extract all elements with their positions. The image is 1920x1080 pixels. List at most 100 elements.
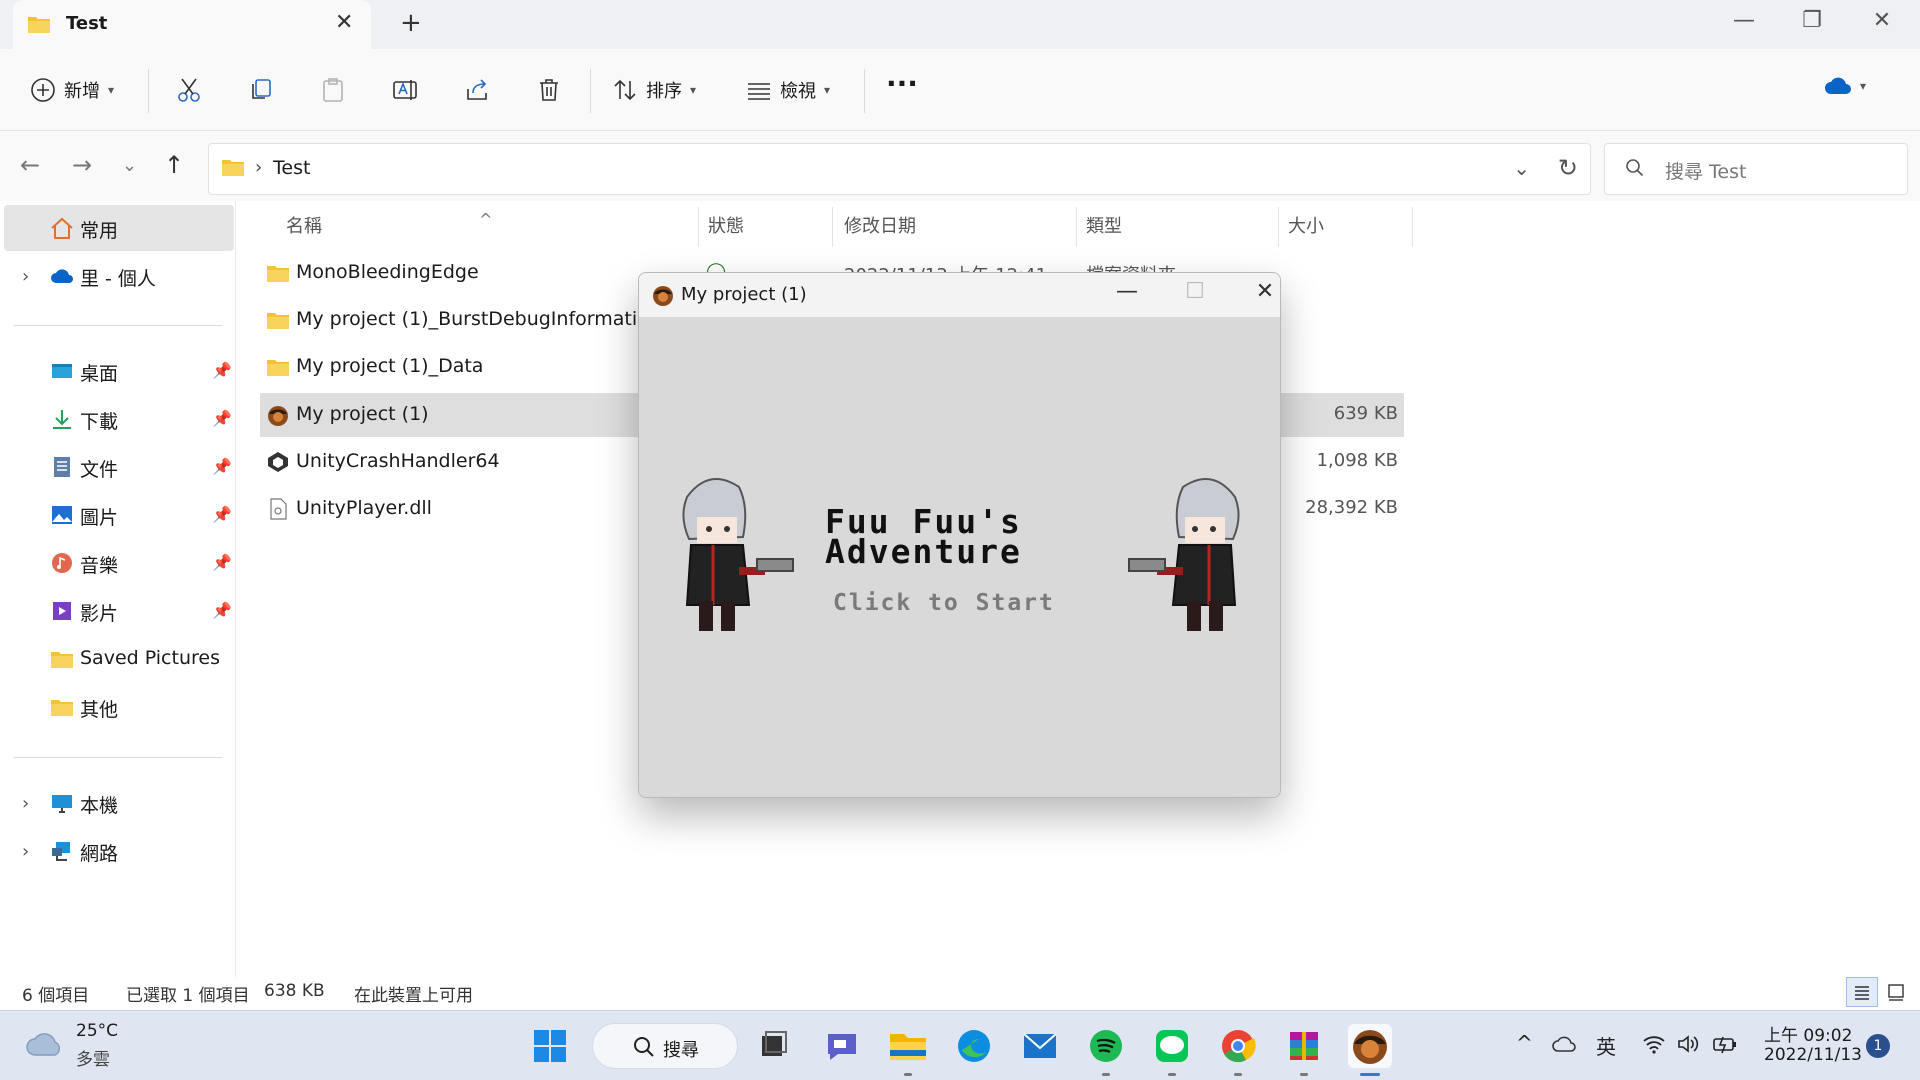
file-size: 28,392 KB bbox=[1305, 497, 1398, 518]
taskbar-app-spotify[interactable] bbox=[1084, 1024, 1128, 1076]
pin-icon[interactable]: 📌 bbox=[212, 361, 232, 380]
search-input[interactable]: 搜尋 Test bbox=[1604, 143, 1908, 195]
up-arrow-icon[interactable]: ↑ bbox=[164, 151, 184, 179]
column-header-type[interactable]: 類型 bbox=[1086, 212, 1122, 238]
notification-badge[interactable]: 1 bbox=[1866, 1034, 1890, 1058]
sidebar-item-videos[interactable]: 影片 📌 bbox=[4, 588, 234, 634]
column-header-status[interactable]: 狀態 bbox=[708, 212, 744, 238]
start-button[interactable] bbox=[528, 1024, 572, 1068]
taskbar-app-my-project[interactable] bbox=[1348, 1024, 1392, 1076]
column-divider[interactable] bbox=[1278, 207, 1279, 247]
taskbar-app-file-explorer[interactable] bbox=[886, 1024, 930, 1076]
sort-arrows-icon bbox=[614, 79, 636, 101]
new-button[interactable]: 新增 ▾ bbox=[30, 77, 114, 103]
taskbar-app-chat[interactable] bbox=[820, 1024, 864, 1068]
game-window[interactable]: My project (1) — ☐ ✕ Fuu Fuu's Adventure … bbox=[638, 272, 1281, 798]
forward-arrow-icon[interactable]: → bbox=[72, 151, 92, 179]
sort-button[interactable]: 排序 ▾ bbox=[612, 77, 696, 103]
column-divider[interactable] bbox=[1412, 207, 1413, 247]
chevron-right-icon[interactable]: › bbox=[22, 793, 29, 814]
pin-icon[interactable]: 📌 bbox=[212, 409, 232, 428]
column-divider[interactable] bbox=[832, 207, 833, 247]
running-indicator bbox=[904, 1073, 912, 1076]
wifi-icon[interactable] bbox=[1642, 1033, 1666, 1055]
weather-temperature[interactable]: 25°C bbox=[76, 1021, 118, 1041]
column-divider[interactable] bbox=[1076, 207, 1077, 247]
onedrive-tray-icon[interactable] bbox=[1552, 1035, 1578, 1053]
weather-condition[interactable]: 多雲 bbox=[76, 1045, 110, 1070]
clock-time[interactable]: 上午 09:02 bbox=[1764, 1021, 1852, 1046]
sidebar-item-pictures[interactable]: 圖片 📌 bbox=[4, 492, 234, 538]
cut-icon[interactable] bbox=[176, 77, 202, 103]
tab-test[interactable]: Test ✕ bbox=[13, 0, 371, 49]
column-divider[interactable] bbox=[698, 207, 699, 247]
weather-cloud-icon[interactable] bbox=[26, 1031, 64, 1057]
back-arrow-icon[interactable]: ← bbox=[20, 151, 40, 179]
game-maximize-button[interactable]: ☐ bbox=[1175, 279, 1215, 304]
sidebar-item-home[interactable]: 常用 bbox=[4, 205, 234, 251]
sidebar-item-documents[interactable]: 文件 📌 bbox=[4, 444, 234, 490]
taskbar-app-edge[interactable] bbox=[952, 1024, 996, 1068]
share-icon[interactable] bbox=[464, 77, 490, 103]
paste-icon[interactable] bbox=[320, 77, 346, 103]
taskbar-app-winrar[interactable] bbox=[1282, 1024, 1326, 1076]
address-bar[interactable]: › Test ⌄ ↻ bbox=[208, 143, 1591, 195]
taskbar-search[interactable]: 搜尋 bbox=[592, 1023, 738, 1069]
sidebar-item-desktop[interactable]: 桌面 📌 bbox=[4, 348, 234, 394]
onedrive-button[interactable]: ▾ bbox=[1824, 77, 1866, 95]
file-name: My project (1)_BurstDebugInformation_D bbox=[296, 308, 685, 330]
volume-icon[interactable] bbox=[1676, 1033, 1700, 1055]
chevron-right-icon[interactable]: › bbox=[22, 841, 29, 862]
view-button[interactable]: 檢視 ▾ bbox=[746, 77, 830, 103]
minimize-button[interactable]: — bbox=[1724, 8, 1764, 33]
battery-icon[interactable] bbox=[1712, 1033, 1738, 1055]
sidebar-item-other[interactable]: 其他 bbox=[4, 684, 234, 730]
tab-close-button[interactable]: ✕ bbox=[335, 10, 353, 35]
recent-locations-chevron-icon[interactable]: ⌄ bbox=[122, 155, 137, 176]
sidebar-item-saved-pictures[interactable]: Saved Pictures bbox=[4, 636, 234, 682]
sidebar-item-music[interactable]: 音樂 📌 bbox=[4, 540, 234, 586]
sidebar-item-downloads[interactable]: 下載 📌 bbox=[4, 396, 234, 442]
sidebar-item-network[interactable]: › 網路 bbox=[4, 828, 234, 874]
column-header-size[interactable]: 大小 bbox=[1288, 212, 1324, 238]
game-close-button[interactable]: ✕ bbox=[1245, 279, 1280, 304]
spotify-icon bbox=[1090, 1030, 1122, 1062]
sidebar-item-onedrive[interactable]: › 里 - 個人 bbox=[4, 253, 234, 299]
taskbar-app-line[interactable] bbox=[1150, 1024, 1194, 1076]
restore-button[interactable]: ❐ bbox=[1792, 8, 1832, 33]
game-canvas[interactable]: Fuu Fuu's Adventure Click to Start bbox=[639, 317, 1280, 797]
clock-date[interactable]: 2022/11/13 bbox=[1764, 1045, 1862, 1065]
input-method-indicator[interactable]: 英 bbox=[1596, 1031, 1616, 1060]
click-to-start-prompt[interactable]: Click to Start bbox=[833, 590, 1055, 616]
task-view-button[interactable] bbox=[752, 1024, 796, 1068]
sidebar-item-this-pc[interactable]: › 本機 bbox=[4, 780, 234, 826]
pin-icon[interactable]: 📌 bbox=[212, 553, 232, 572]
tiles-view-button[interactable] bbox=[1880, 977, 1912, 1007]
more-options-button[interactable]: ··· bbox=[886, 67, 918, 100]
active-indicator bbox=[1360, 1073, 1380, 1076]
new-tab-button[interactable]: + bbox=[400, 8, 422, 38]
running-indicator bbox=[1168, 1073, 1176, 1076]
pin-icon[interactable]: 📌 bbox=[212, 601, 232, 620]
game-window-title-bar[interactable]: My project (1) — ☐ ✕ bbox=[639, 273, 1280, 317]
delete-icon[interactable] bbox=[536, 77, 562, 103]
column-header-modified[interactable]: 修改日期 bbox=[844, 212, 916, 238]
pin-icon[interactable]: 📌 bbox=[212, 505, 232, 524]
close-window-button[interactable]: ✕ bbox=[1862, 8, 1902, 33]
chevron-right-icon[interactable]: › bbox=[22, 266, 29, 287]
breadcrumb-test[interactable]: Test bbox=[273, 157, 310, 179]
taskbar-app-chrome[interactable] bbox=[1216, 1024, 1260, 1076]
address-dropdown-icon[interactable]: ⌄ bbox=[1513, 156, 1530, 180]
game-minimize-button[interactable]: — bbox=[1107, 279, 1147, 304]
copy-icon[interactable] bbox=[248, 77, 274, 103]
pin-icon[interactable]: 📌 bbox=[212, 457, 232, 476]
column-header-name[interactable]: 名稱 bbox=[286, 212, 322, 238]
taskbar-app-mail[interactable] bbox=[1018, 1024, 1062, 1068]
game-app-icon bbox=[268, 406, 288, 426]
refresh-icon[interactable]: ↻ bbox=[1558, 154, 1578, 182]
chevron-down-icon: ▾ bbox=[108, 83, 115, 97]
details-view-button[interactable] bbox=[1846, 977, 1878, 1007]
show-hidden-icons-chevron-icon[interactable]: ^ bbox=[1516, 1031, 1533, 1055]
line-icon bbox=[1156, 1030, 1188, 1062]
rename-icon[interactable] bbox=[392, 77, 418, 103]
